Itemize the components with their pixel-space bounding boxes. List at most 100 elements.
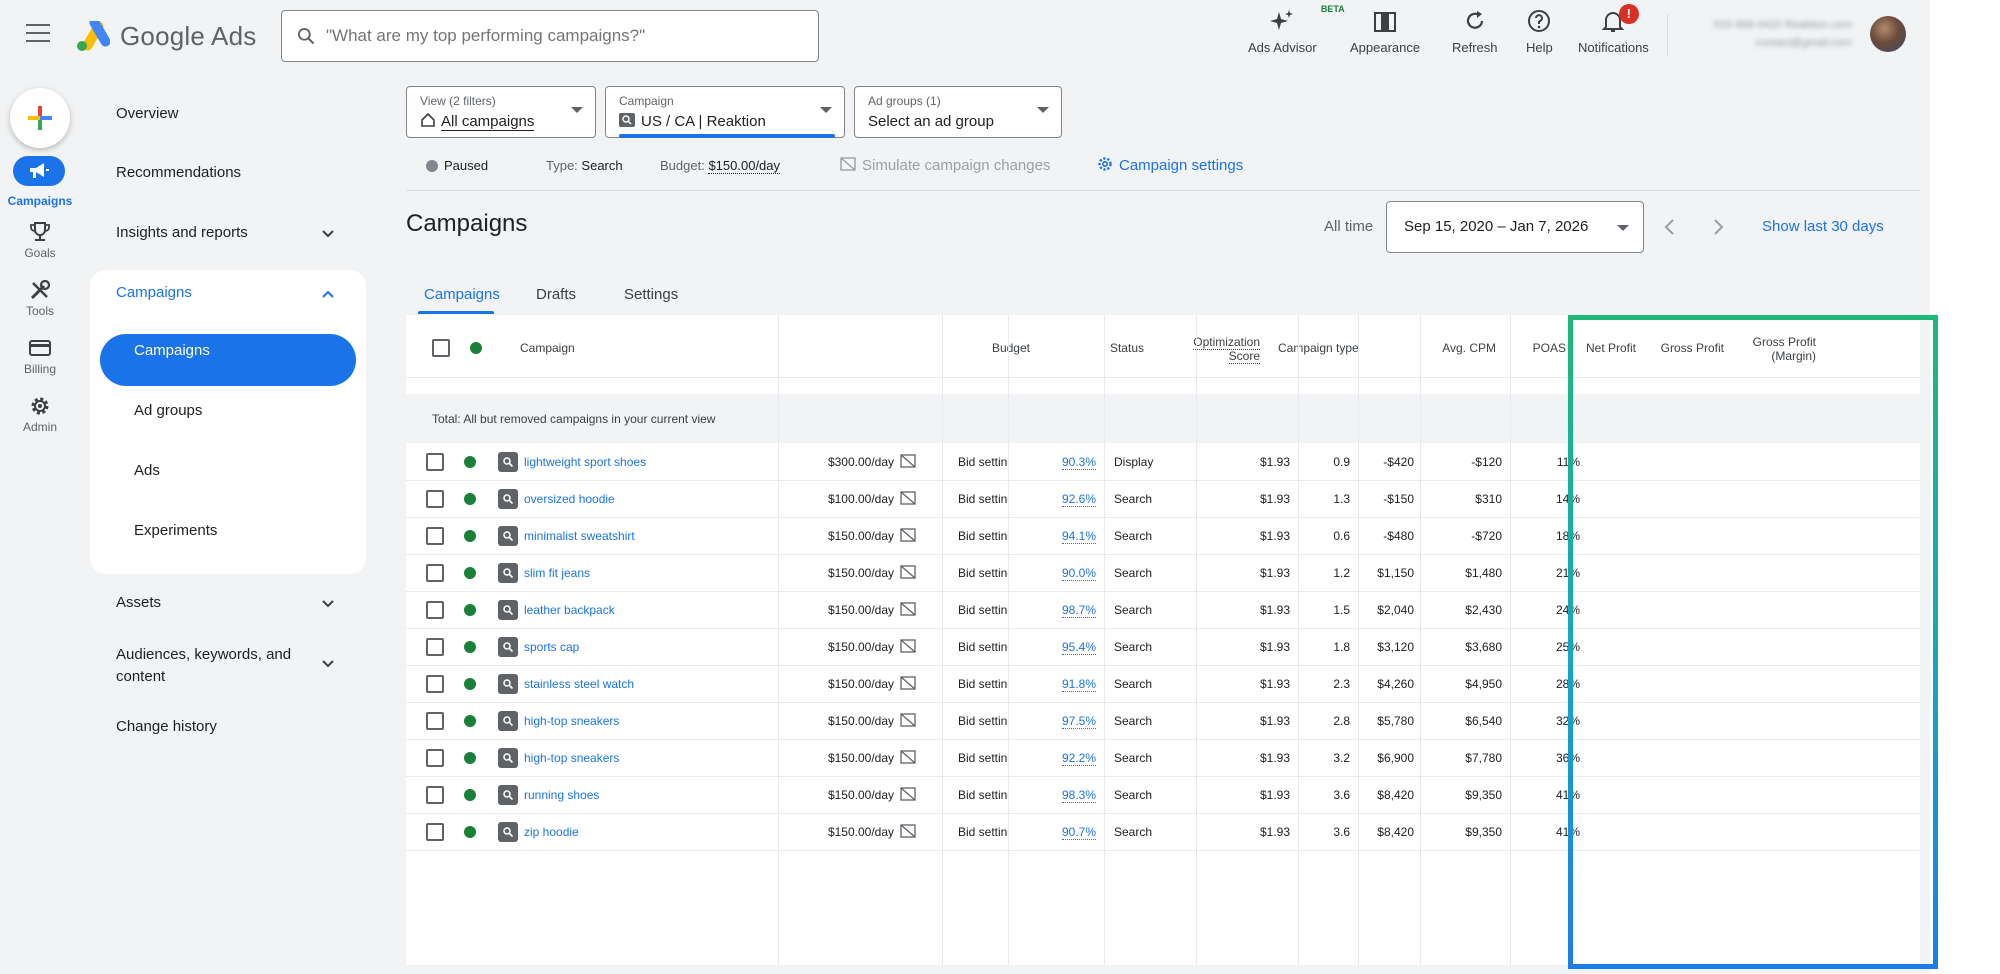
- search-bar[interactable]: [281, 10, 819, 62]
- avatar[interactable]: [1870, 16, 1906, 52]
- table-row[interactable]: running shoes $150.00/day Bid setting l 98.…: [406, 776, 1920, 813]
- help-button[interactable]: Help: [1526, 8, 1553, 55]
- optimization-score-cell[interactable]: 98.3%: [1010, 788, 1096, 803]
- rail-item-tools[interactable]: Tools: [0, 276, 80, 336]
- status-cell[interactable]: Bid setting l: [958, 640, 1008, 654]
- status-cell[interactable]: Bid setting l: [958, 751, 1008, 765]
- table-row[interactable]: zip hoodie $150.00/day Bid setting l 90.7% S…: [406, 813, 1920, 850]
- header-avg-cpm[interactable]: Avg. CPM: [1386, 341, 1496, 355]
- nav-overview[interactable]: Overview: [116, 105, 392, 122]
- table-row[interactable]: slim fit jeans $150.00/day Bid setting l 90…: [406, 554, 1920, 591]
- tab-settings[interactable]: Settings: [624, 286, 678, 303]
- campaign-settings-link[interactable]: Campaign settings: [1097, 156, 1243, 174]
- table-row[interactable]: oversized hoodie $100.00/day Bid setting l…: [406, 480, 1920, 517]
- header-status[interactable]: Status: [1086, 341, 1144, 355]
- row-checkbox[interactable]: [426, 453, 444, 471]
- google-ads-logo[interactable]: Google Ads: [76, 18, 256, 54]
- row-checkbox[interactable]: [426, 712, 444, 730]
- simulate-campaign-changes[interactable]: Simulate campaign changes: [840, 156, 1050, 174]
- notifications-button[interactable]: ! Notifications: [1578, 4, 1649, 55]
- optimization-score-cell[interactable]: 98.7%: [1010, 603, 1096, 618]
- campaign-name-link[interactable]: lightweight sport shoes: [524, 455, 646, 469]
- row-checkbox[interactable]: [426, 823, 444, 841]
- campaign-name-link[interactable]: high-top sneakers: [524, 751, 619, 765]
- header-gross-profit[interactable]: Gross Profit: [1646, 341, 1724, 355]
- optimization-score-cell[interactable]: 97.5%: [1010, 714, 1096, 729]
- nav-recommendations[interactable]: Recommendations: [116, 164, 392, 181]
- menu-icon[interactable]: [26, 24, 50, 46]
- table-row[interactable]: lightweight sport shoes $300.00/day Bid se…: [406, 443, 1920, 480]
- chevron-left-icon[interactable]: [1658, 215, 1682, 239]
- header-net-profit[interactable]: Net Profit: [1566, 341, 1636, 355]
- ad-group-selector[interactable]: Ad groups (1) Select an ad group: [854, 86, 1062, 138]
- optimization-score-cell[interactable]: 90.7%: [1010, 825, 1096, 840]
- nav-sub-experiments[interactable]: Experiments: [134, 522, 410, 539]
- optimization-score-cell[interactable]: 92.2%: [1010, 751, 1096, 766]
- campaign-name-link[interactable]: stainless steel watch: [524, 677, 634, 691]
- header-gross-profit-margin[interactable]: Gross Profit (Margin): [1736, 335, 1816, 363]
- rail-item-goals[interactable]: Goals: [0, 218, 80, 278]
- status-cell[interactable]: Bid setting l: [958, 529, 1008, 543]
- nav-change-history[interactable]: Change history: [116, 718, 392, 735]
- rail-item-campaigns[interactable]: Campaigns: [0, 156, 80, 216]
- select-all-checkbox[interactable]: [432, 339, 450, 357]
- table-row[interactable]: sports cap $150.00/day Bid setting l 95.4% S…: [406, 628, 1920, 665]
- optimization-score-cell[interactable]: 94.1%: [1010, 529, 1096, 544]
- rail-item-admin[interactable]: Admin: [0, 392, 80, 452]
- table-row[interactable]: high-top sneakers $150.00/day Bid setting …: [406, 739, 1920, 776]
- header-budget[interactable]: Budget: [946, 341, 1030, 355]
- budget-value[interactable]: $150.00/day: [708, 158, 781, 174]
- campaign-name-link[interactable]: high-top sneakers: [524, 714, 619, 728]
- status-cell[interactable]: Bid setting l: [958, 788, 1008, 802]
- chevron-right-icon[interactable]: [1706, 215, 1730, 239]
- row-checkbox[interactable]: [426, 786, 444, 804]
- header-campaign-type[interactable]: Campaign type: [1278, 341, 1359, 355]
- tab-drafts[interactable]: Drafts: [536, 286, 576, 303]
- show-last-30-days-button[interactable]: Show last 30 days: [1762, 218, 1884, 235]
- campaign-name-link[interactable]: running shoes: [524, 788, 599, 802]
- campaign-name-link[interactable]: leather backpack: [524, 603, 615, 617]
- table-row[interactable]: leather backpack $150.00/day Bid setting l…: [406, 591, 1920, 628]
- row-checkbox[interactable]: [426, 675, 444, 693]
- account-info[interactable]: 533-998-0420 Reaktion.com contact@gmail.…: [1682, 16, 1852, 52]
- appearance-button[interactable]: Appearance: [1350, 8, 1420, 55]
- status-cell[interactable]: Bid setting l: [958, 714, 1008, 728]
- row-checkbox[interactable]: [426, 749, 444, 767]
- status-cell[interactable]: Bid setting l: [958, 677, 1008, 691]
- status-cell[interactable]: Bid setting l: [958, 825, 1008, 839]
- date-range-picker[interactable]: Sep 15, 2020 – Jan 7, 2026: [1386, 201, 1644, 253]
- row-checkbox[interactable]: [426, 490, 444, 508]
- optimization-score-cell[interactable]: 90.0%: [1010, 566, 1096, 581]
- tab-campaigns[interactable]: Campaigns: [424, 286, 500, 303]
- status-cell[interactable]: Bid setting l: [958, 603, 1008, 617]
- campaign-name-link[interactable]: minimalist sweatshirt: [524, 529, 635, 543]
- header-campaign[interactable]: Campaign: [520, 341, 575, 355]
- status-cell[interactable]: Bid setting l: [958, 492, 1008, 506]
- search-input[interactable]: [326, 26, 806, 46]
- table-row[interactable]: stainless steel watch $150.00/day Bid sett…: [406, 665, 1920, 702]
- optimization-score-cell[interactable]: 92.6%: [1010, 492, 1096, 507]
- campaign-name-link[interactable]: oversized hoodie: [524, 492, 615, 506]
- status-cell[interactable]: Bid setting l: [958, 455, 1008, 469]
- campaign-name-link[interactable]: slim fit jeans: [524, 566, 590, 580]
- campaign-name-link[interactable]: sports cap: [524, 640, 579, 654]
- optimization-score-cell[interactable]: 90.3%: [1010, 455, 1096, 470]
- nav-sub-ad-groups[interactable]: Ad groups: [134, 402, 410, 419]
- header-poas[interactable]: POAS: [1516, 341, 1566, 355]
- rail-item-billing[interactable]: Billing: [0, 334, 80, 394]
- campaign-name-link[interactable]: zip hoodie: [524, 825, 579, 839]
- refresh-button[interactable]: Refresh: [1452, 8, 1498, 55]
- optimization-score-cell[interactable]: 95.4%: [1010, 640, 1096, 655]
- nav-sub-campaigns[interactable]: Campaigns: [134, 342, 410, 359]
- row-checkbox[interactable]: [426, 638, 444, 656]
- status-cell[interactable]: Bid setting l: [958, 566, 1008, 580]
- table-row[interactable]: high-top sneakers $150.00/day Bid setting …: [406, 702, 1920, 739]
- table-row[interactable]: minimalist sweatshirt $150.00/day Bid sett…: [406, 517, 1920, 554]
- header-optimization-score[interactable]: Optimization Score: [1144, 335, 1260, 364]
- ads-advisor-button[interactable]: BETA Ads Advisor: [1248, 4, 1345, 55]
- row-checkbox[interactable]: [426, 601, 444, 619]
- optimization-score-cell[interactable]: 91.8%: [1010, 677, 1096, 692]
- row-checkbox[interactable]: [426, 527, 444, 545]
- view-selector[interactable]: View (2 filters) All campaigns: [406, 86, 596, 138]
- row-checkbox[interactable]: [426, 564, 444, 582]
